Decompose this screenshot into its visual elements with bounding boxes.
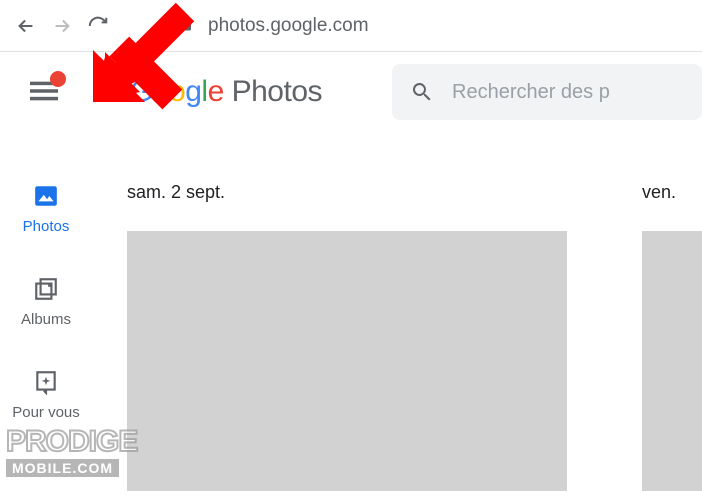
photo-thumbnail[interactable] (127, 231, 567, 491)
date-group: sam. 2 sept. (127, 182, 567, 500)
menu-button[interactable] (30, 77, 60, 107)
browser-bar: photos.google.com (0, 0, 702, 52)
sidebar-item-label: Albums (21, 311, 71, 328)
albums-icon (32, 275, 60, 303)
date-header: ven. (642, 182, 702, 203)
photo-grid: sam. 2 sept. ven. (92, 132, 702, 500)
main-area: Photos Albums Pour vous sam. 2 sept. ven… (0, 132, 702, 500)
photos-icon (32, 182, 60, 210)
for-you-icon (32, 368, 60, 396)
url-text: photos.google.com (208, 15, 369, 37)
address-bar[interactable]: photos.google.com (176, 14, 694, 38)
lock-icon (176, 14, 194, 38)
forward-button[interactable] (44, 8, 80, 44)
sidebar-item-albums[interactable]: Albums (21, 275, 71, 328)
search-placeholder: Rechercher des p (452, 81, 610, 104)
app-logo[interactable]: Google Photos (130, 75, 322, 109)
photo-thumbnail[interactable] (642, 231, 702, 491)
search-icon (410, 80, 434, 104)
notification-dot (50, 71, 66, 87)
back-button[interactable] (8, 8, 44, 44)
logo-text: Google Photos (130, 75, 322, 109)
date-group: ven. (642, 182, 702, 500)
sidebar-item-label: Pour vous (12, 404, 80, 421)
app-header: Google Photos Rechercher des p (0, 52, 702, 132)
sidebar-item-photos[interactable]: Photos (23, 182, 70, 235)
date-header: sam. 2 sept. (127, 182, 567, 203)
search-input[interactable]: Rechercher des p (392, 64, 702, 120)
sidebar-item-label: Photos (23, 218, 70, 235)
sidebar-item-for-you[interactable]: Pour vous (12, 368, 80, 421)
reload-button[interactable] (80, 8, 116, 44)
sidebar: Photos Albums Pour vous (0, 132, 92, 500)
